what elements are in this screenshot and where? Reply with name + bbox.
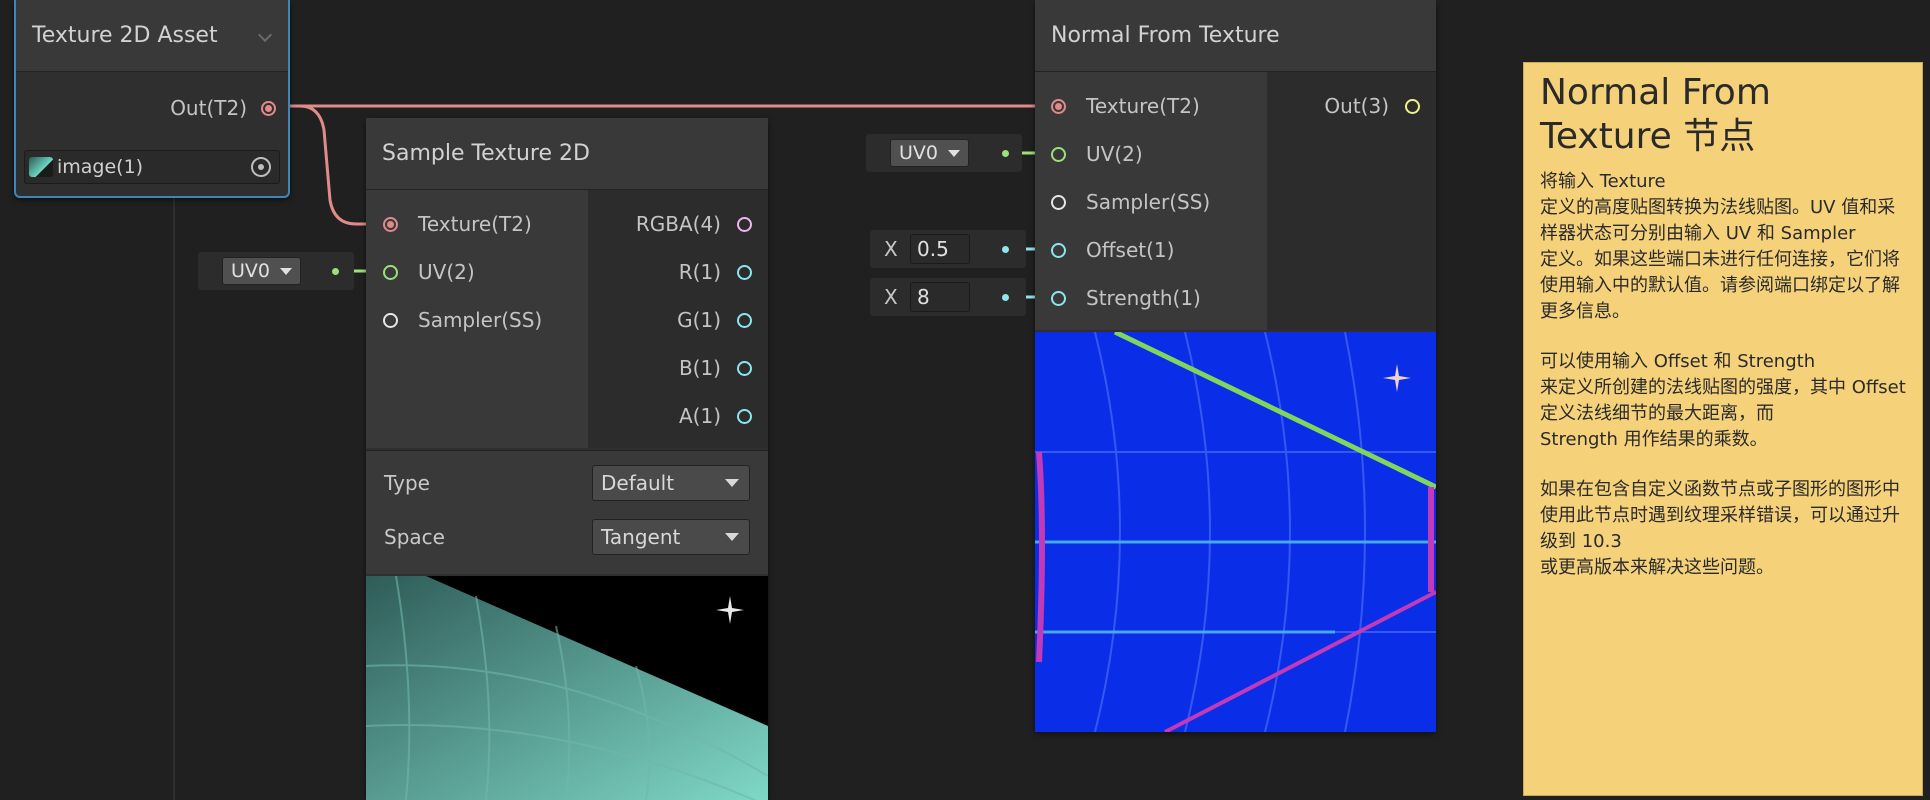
port-label: Offset(1) [1086, 238, 1175, 262]
normal-from-texture-node[interactable]: Normal From Texture Texture(T2) UV(2) Sa… [1035, 0, 1436, 732]
uv-input-port-icon[interactable] [383, 264, 398, 280]
chevron-down-icon[interactable] [257, 27, 273, 43]
vector4-output-port-icon[interactable] [737, 216, 752, 232]
output-port-g[interactable]: G(1) [677, 296, 752, 344]
type-value: Default [601, 471, 675, 495]
sample-texture-2d-node[interactable]: Sample Texture 2D Texture(T2) UV(2) Samp… [366, 118, 768, 800]
uv-input-port-icon[interactable] [1051, 146, 1066, 162]
input-ports: Texture(T2) UV(2) Sampler(SS) [366, 190, 588, 448]
sticky-note-paragraph: 将输入 Texture 定义的高度贴图转换为法线贴图。UV 值和采样器状态可分别… [1540, 171, 1900, 322]
texture-input-port-icon[interactable] [383, 216, 398, 232]
output-port-r[interactable]: R(1) [679, 248, 752, 296]
vector1-output-port-icon[interactable] [737, 312, 752, 328]
uv-channel-value: UV0 [899, 142, 938, 164]
offset-value-input[interactable]: 0.5 [910, 234, 970, 264]
object-picker-icon[interactable] [251, 157, 271, 177]
input-port-strength[interactable]: Strength(1) [1051, 274, 1201, 322]
port-label: UV(2) [1086, 142, 1143, 166]
node-settings: Type Default Space Tangent [366, 450, 768, 574]
input-port-sampler[interactable]: Sampler(SS) [383, 296, 542, 344]
normal-preview-image [1035, 332, 1436, 732]
port-label: Out(3) [1324, 94, 1389, 118]
dropdown-arrow-icon [948, 149, 960, 157]
port-label: R(1) [678, 260, 721, 284]
sample-uv-inline-field: UV0 [198, 252, 354, 290]
port-label: Out(T2) [170, 96, 247, 120]
vector1-input-port-icon[interactable] [1051, 242, 1066, 258]
strength-value-input[interactable]: 8 [910, 282, 970, 312]
sample-preview-image [366, 576, 768, 800]
node-title-bar[interactable]: Texture 2D Asset [16, 0, 288, 72]
input-port-texture[interactable]: Texture(T2) [1051, 82, 1200, 130]
sampler-input-port-icon[interactable] [383, 312, 398, 328]
sticky-note-title: Normal From Texture 节点 [1540, 72, 1771, 157]
texture-object-field[interactable]: image(1) [24, 150, 280, 184]
output-ports: Out(3) [1267, 72, 1436, 330]
port-label: Sampler(SS) [1086, 190, 1211, 214]
dropdown-arrow-icon [725, 479, 739, 487]
port-label: Texture(T2) [418, 212, 532, 236]
object-field-value: image(1) [57, 156, 144, 178]
canvas-guide-line [173, 185, 175, 800]
output-port-a[interactable]: A(1) [679, 392, 752, 440]
space-dropdown[interactable]: Tangent [592, 519, 750, 555]
offset-connector-dot [1002, 246, 1009, 253]
node-title: Normal From Texture [1051, 23, 1280, 48]
dropdown-arrow-icon [280, 267, 292, 275]
type-dropdown[interactable]: Default [592, 465, 750, 501]
vector1-output-port-icon[interactable] [737, 360, 752, 376]
vector1-input-port-icon[interactable] [1051, 290, 1066, 306]
sticky-note-paragraph: 可以使用输入 Offset 和 Strength 来定义所创建的法线贴图的强度，… [1540, 351, 1906, 450]
space-value: Tangent [601, 525, 681, 549]
port-label: Texture(T2) [1086, 94, 1200, 118]
normal-uv-inline-field: UV0 [866, 134, 1022, 172]
graph-canvas[interactable]: Texture 2D Asset Out(T2) image(1) UV0 Sa… [0, 0, 1930, 800]
uv-channel-dropdown[interactable]: UV0 [890, 139, 969, 167]
node-title-bar[interactable]: Normal From Texture [1035, 0, 1436, 72]
input-port-texture[interactable]: Texture(T2) [383, 200, 532, 248]
strength-inline-field: X 8 [870, 278, 1026, 316]
node-title: Sample Texture 2D [382, 141, 590, 166]
texture-input-port-icon[interactable] [1051, 98, 1066, 114]
dropdown-arrow-icon [725, 533, 739, 541]
input-port-offset[interactable]: Offset(1) [1051, 226, 1174, 274]
output-ports: RGBA(4) R(1) G(1) B(1) A(1) [588, 190, 768, 448]
space-label: Space [384, 525, 445, 549]
vector1-output-port-icon[interactable] [737, 408, 752, 424]
texture-output-port-icon[interactable] [261, 100, 276, 116]
uv-channel-value: UV0 [231, 260, 270, 282]
type-label: Type [384, 471, 430, 495]
port-label: B(1) [678, 356, 721, 380]
image-thumbnail-icon [29, 157, 53, 177]
output-port-row[interactable]: Out(T2) [170, 84, 276, 132]
strength-connector-dot [1002, 294, 1009, 301]
sampler-input-port-icon[interactable] [1051, 194, 1066, 210]
input-port-sampler[interactable]: Sampler(SS) [1051, 178, 1210, 226]
strength-axis-label: X [884, 285, 898, 309]
output-port-rgba[interactable]: RGBA(4) [636, 200, 752, 248]
uv-channel-dropdown[interactable]: UV0 [222, 257, 301, 285]
offset-axis-label: X [884, 237, 898, 261]
output-port-out[interactable]: Out(3) [1324, 82, 1420, 130]
port-label: Sampler(SS) [418, 308, 543, 332]
sticky-note-paragraph: 如果在包含自定义函数节点或子图形的图形中使用此节点时遇到纹理采样错误，可以通过升… [1540, 479, 1900, 578]
offset-inline-field: X 0.5 [870, 230, 1026, 268]
node-title-bar[interactable]: Sample Texture 2D [366, 118, 768, 190]
port-label: A(1) [678, 404, 721, 428]
uv-connector-dot [1002, 150, 1009, 157]
vector1-output-port-icon[interactable] [737, 264, 752, 280]
uv-connector-dot [332, 268, 339, 275]
texture-2d-asset-node[interactable]: Texture 2D Asset Out(T2) image(1) [14, 0, 290, 198]
node-title: Texture 2D Asset [32, 23, 218, 48]
port-label: Strength(1) [1086, 286, 1201, 310]
sticky-note[interactable]: Normal From Texture 节点 将输入 Texture 定义的高度… [1523, 62, 1923, 796]
port-label: RGBA(4) [635, 212, 721, 236]
output-port-b[interactable]: B(1) [679, 344, 752, 392]
input-ports: Texture(T2) UV(2) Sampler(SS) Offset(1) … [1035, 72, 1267, 330]
vector3-output-port-icon[interactable] [1405, 98, 1420, 114]
port-label: G(1) [677, 308, 721, 332]
input-port-uv[interactable]: UV(2) [383, 248, 475, 296]
input-port-uv[interactable]: UV(2) [1051, 130, 1143, 178]
port-label: UV(2) [418, 260, 475, 284]
